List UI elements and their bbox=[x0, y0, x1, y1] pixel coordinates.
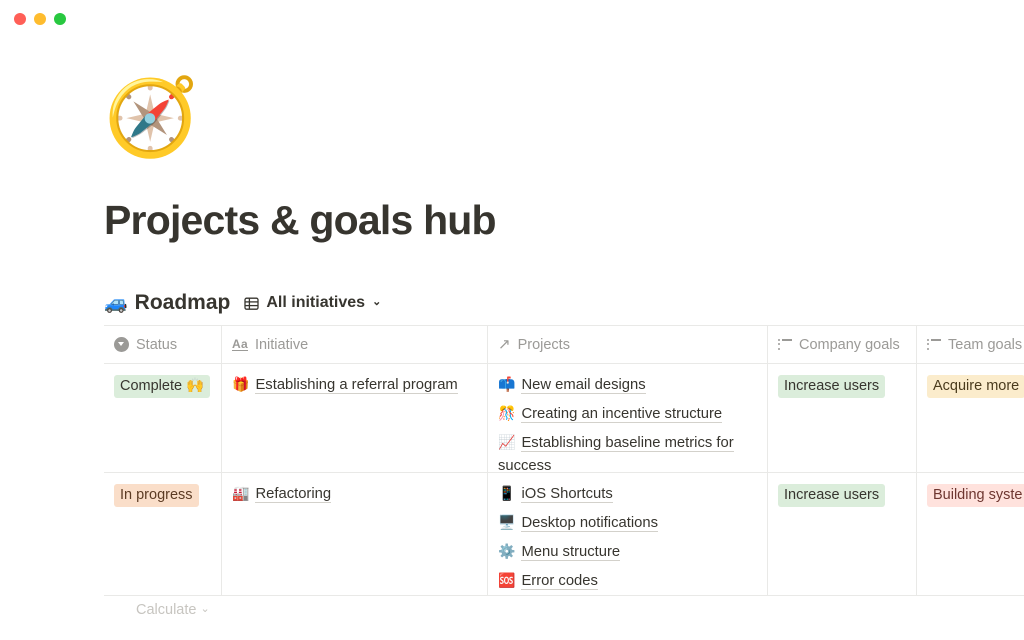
view-selector-all-initiatives[interactable]: All initiatives ⌄ bbox=[244, 294, 381, 312]
cell-team-goals[interactable]: Building syste bbox=[917, 473, 1024, 595]
table-row[interactable]: In progress 🏭 Refactoring 📱 iOS Shortcuts … bbox=[104, 473, 1024, 596]
column-header-company-goals[interactable]: Company goals bbox=[768, 326, 917, 363]
company-goal-badge[interactable]: Increase users bbox=[778, 375, 885, 398]
gift-icon: 🎁 bbox=[232, 376, 249, 392]
table-row[interactable]: Complete 🙌 🎁 Establishing a referral prog… bbox=[104, 364, 1024, 473]
factory-icon: 🏭 bbox=[232, 485, 249, 501]
project-link[interactable]: Desktop notifications bbox=[521, 515, 658, 532]
chevron-down-icon: ⌄ bbox=[372, 297, 381, 308]
chart-increasing-icon: 📈 bbox=[498, 431, 515, 454]
sos-icon: 🆘 bbox=[498, 569, 515, 592]
status-badge[interactable]: In progress bbox=[114, 484, 199, 507]
view-tab-label: Roadmap bbox=[135, 291, 231, 315]
project-link[interactable]: Error codes bbox=[521, 573, 597, 590]
list-item[interactable]: 📈Establishing baseline metrics for succe… bbox=[498, 431, 758, 472]
team-goal-badge[interactable]: Acquire more bbox=[927, 375, 1024, 398]
column-header-initiative[interactable]: Aa Initiative bbox=[222, 326, 488, 363]
list-item[interactable]: 🎊 Creating an incentive structure bbox=[498, 402, 758, 426]
project-link[interactable]: Creating an incentive structure bbox=[521, 406, 722, 423]
table-footer-row: Calculate ⌄ bbox=[104, 596, 1024, 624]
column-header-team-goals-label: Team goals bbox=[948, 337, 1022, 353]
list-icon bbox=[778, 339, 792, 350]
database-view-bar: 🚙 Roadmap All initiatives ⌄ bbox=[104, 289, 1024, 317]
cell-status[interactable]: Complete 🙌 bbox=[104, 364, 222, 472]
database-table: Status Aa Initiative ↗ Projects Company … bbox=[104, 325, 1024, 624]
grid-icon bbox=[244, 296, 259, 311]
column-header-projects[interactable]: ↗ Projects bbox=[488, 326, 768, 363]
cell-company-goals[interactable]: Increase users bbox=[768, 473, 917, 595]
team-goal-badge[interactable]: Building syste bbox=[927, 484, 1024, 507]
cell-team-goals[interactable]: Acquire more bbox=[917, 364, 1024, 472]
list-item[interactable]: ⚙️ Menu structure bbox=[498, 540, 758, 564]
initiative-title-link[interactable]: Refactoring bbox=[255, 486, 331, 503]
cell-projects[interactable]: 📫 New email designs 🎊 Creating an incentiv… bbox=[488, 364, 768, 472]
window-titlebar bbox=[0, 0, 1024, 38]
cell-status[interactable]: In progress bbox=[104, 473, 222, 595]
column-header-projects-label: Projects bbox=[518, 337, 570, 353]
view-tab-roadmap[interactable]: 🚙 Roadmap bbox=[104, 291, 230, 315]
column-header-initiative-label: Initiative bbox=[255, 337, 308, 353]
gear-icon: ⚙️ bbox=[498, 540, 515, 563]
project-link[interactable]: New email designs bbox=[521, 377, 645, 394]
cell-projects[interactable]: 📱 iOS Shortcuts 🖥️ Desktop notifications ⚙… bbox=[488, 473, 768, 595]
calculate-button[interactable]: Calculate ⌄ bbox=[104, 596, 222, 624]
initiative-title-link[interactable]: Establishing a referral program bbox=[255, 377, 457, 394]
confetti-icon: 🎊 bbox=[498, 402, 515, 425]
list-item[interactable]: 📫 New email designs bbox=[498, 373, 758, 397]
column-header-status[interactable]: Status bbox=[104, 326, 222, 363]
project-link[interactable]: iOS Shortcuts bbox=[521, 486, 612, 503]
column-header-status-label: Status bbox=[136, 337, 177, 353]
project-link[interactable]: Menu structure bbox=[521, 544, 620, 561]
list-icon bbox=[927, 339, 941, 350]
list-item[interactable]: 📱 iOS Shortcuts bbox=[498, 482, 758, 506]
cell-company-goals[interactable]: Increase users bbox=[768, 364, 917, 472]
aa-text-icon: Aa bbox=[232, 338, 248, 351]
window-traffic-lights bbox=[14, 13, 66, 25]
list-item[interactable]: 🖥️ Desktop notifications bbox=[498, 511, 758, 535]
calculate-label: Calculate bbox=[136, 602, 196, 618]
status-badge[interactable]: Complete 🙌 bbox=[114, 375, 210, 398]
mobile-phone-icon: 📱 bbox=[498, 482, 515, 505]
view-selector-label: All initiatives bbox=[266, 294, 365, 312]
mailbox-icon: 📫 bbox=[498, 373, 515, 396]
company-goal-badge[interactable]: Increase users bbox=[778, 484, 885, 507]
list-item[interactable]: 🆘 Error codes bbox=[498, 569, 758, 593]
page-title: Projects & goals hub bbox=[104, 180, 1024, 243]
status-circle-icon bbox=[114, 337, 129, 352]
car-icon: 🚙 bbox=[104, 294, 128, 313]
maximize-button[interactable] bbox=[54, 13, 66, 25]
close-button[interactable] bbox=[14, 13, 26, 25]
cell-initiative[interactable]: 🎁 Establishing a referral program bbox=[222, 364, 488, 472]
desktop-computer-icon: 🖥️ bbox=[498, 511, 515, 534]
column-header-company-goals-label: Company goals bbox=[799, 337, 900, 353]
column-header-team-goals[interactable]: Team goals bbox=[917, 326, 1024, 363]
page-icon[interactable]: 🧭 bbox=[104, 80, 1024, 166]
chevron-down-icon: ⌄ bbox=[200, 604, 209, 615]
arrow-up-right-icon: ↗ bbox=[498, 338, 511, 352]
minimize-button[interactable] bbox=[34, 13, 46, 25]
page-content: 🧭 Projects & goals hub 🚙 Roadmap All ini… bbox=[0, 38, 1024, 624]
project-link[interactable]: Establishing baseline metrics for succes… bbox=[498, 435, 734, 472]
table-header-row: Status Aa Initiative ↗ Projects Company … bbox=[104, 326, 1024, 364]
cell-initiative[interactable]: 🏭 Refactoring bbox=[222, 473, 488, 595]
